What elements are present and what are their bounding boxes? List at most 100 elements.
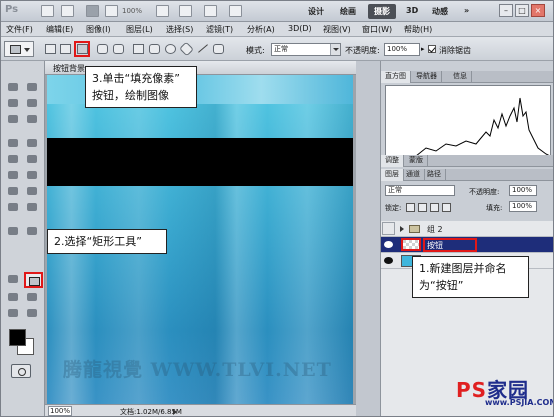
history-brush-icon[interactable] (5, 169, 22, 182)
layers-tabs: 图层 通道 路径 (381, 169, 553, 181)
hand-tool-icon[interactable] (156, 5, 169, 17)
tab-histogram[interactable]: 直方图 (381, 71, 411, 83)
arrange-documents-icon[interactable] (204, 5, 217, 17)
dodge-tool-icon[interactable] (5, 201, 22, 214)
mode-select[interactable]: 正常 (271, 43, 341, 56)
quick-mask-icon[interactable] (11, 364, 31, 378)
histogram (385, 85, 551, 157)
photoshop-window: Ps 100% 设计 绘画 摄影 3D 动感 » – □ × 文件(F) 编辑(… (0, 0, 554, 417)
blend-mode-select[interactable]: 正常 (385, 185, 455, 196)
workspace-photography[interactable]: 摄影 (368, 4, 396, 19)
workspace-painting[interactable]: 绘画 (340, 6, 356, 17)
quick-select-tool-icon[interactable] (5, 113, 22, 126)
tab-navigator[interactable]: 导航器 (412, 71, 442, 83)
polygon-icon[interactable] (179, 41, 194, 57)
antialias-checkbox[interactable] (428, 45, 436, 53)
gradient-tool-icon[interactable] (5, 185, 22, 198)
zoom-tool-icon[interactable] (105, 5, 118, 17)
close-button[interactable]: × (531, 4, 545, 17)
rectangle-shape-icon[interactable] (133, 44, 144, 54)
callout-step1: 1.新建图层并命名 为“按钮” (412, 256, 529, 298)
direct-select-icon[interactable] (5, 273, 22, 286)
view-extras-icon[interactable] (86, 5, 99, 17)
3d-rotate-icon[interactable] (5, 291, 22, 304)
workspace-design[interactable]: 设计 (308, 6, 324, 17)
layer-row-button[interactable]: 按钮 (381, 237, 553, 253)
menu-filter[interactable]: 滤镜(T) (206, 24, 233, 35)
zoom-tool-icon[interactable] (24, 307, 41, 320)
paths-icon[interactable] (60, 44, 71, 54)
tab-layers[interactable]: 图层 (381, 169, 404, 181)
healing-brush-icon[interactable] (24, 137, 41, 150)
marquee-tool-icon[interactable] (5, 97, 22, 110)
menu-edit[interactable]: 编辑(E) (46, 24, 73, 35)
fill-field[interactable]: 100% (509, 201, 537, 212)
eye-icon[interactable] (384, 257, 393, 264)
layer-name[interactable]: 按钮 (427, 240, 443, 251)
foreground-color-swatch[interactable] (9, 329, 26, 346)
status-zoom-field[interactable]: 100% (48, 406, 72, 416)
lock-transparent-icon[interactable] (406, 203, 415, 212)
crop-tool-icon[interactable] (24, 113, 41, 126)
shape-layers-icon[interactable] (45, 44, 56, 54)
bridge-icon[interactable] (41, 5, 54, 17)
opacity-arrow-icon[interactable]: ▸ (421, 45, 425, 53)
menu-analysis[interactable]: 分析(A) (247, 24, 275, 35)
workspace-3d[interactable]: 3D (406, 6, 418, 15)
lock-all-icon[interactable] (442, 203, 451, 212)
expand-arrow-icon[interactable] (400, 226, 404, 232)
eraser-tool-icon[interactable] (24, 169, 41, 182)
workspace-more-icon[interactable]: » (464, 6, 469, 15)
line-icon[interactable] (197, 44, 208, 54)
layer-opacity-field[interactable]: 100% (509, 185, 537, 196)
tab-info[interactable]: 信息 (449, 71, 472, 83)
lock-image-icon[interactable] (418, 203, 427, 212)
tab-paths[interactable]: 路径 (423, 169, 446, 181)
layer-row-group[interactable]: 组 2 (381, 221, 553, 237)
status-menu-arrow-icon[interactable] (173, 409, 177, 415)
rotate-view-icon[interactable] (179, 5, 192, 17)
maximize-button[interactable]: □ (515, 4, 529, 17)
artboard-tool-icon[interactable] (24, 81, 41, 94)
menu-layer[interactable]: 图层(L) (126, 24, 153, 35)
visibility-toggle[interactable] (382, 222, 395, 235)
tab-adjustments[interactable]: 调整 (381, 155, 404, 167)
tab-masks[interactable]: 蒙版 (405, 155, 428, 167)
menu-3d[interactable]: 3D(D) (288, 24, 312, 33)
blur-tool-icon[interactable] (24, 185, 41, 198)
tab-channels[interactable]: 通道 (402, 169, 425, 181)
menu-window[interactable]: 窗口(W) (362, 24, 392, 35)
pen-tool-icon[interactable] (24, 201, 41, 214)
ellipse-icon[interactable] (165, 44, 176, 54)
clone-stamp-icon[interactable] (24, 153, 41, 166)
menu-view[interactable]: 视图(V) (323, 24, 351, 35)
lock-position-icon[interactable] (430, 203, 439, 212)
screen-mode-icon[interactable] (229, 5, 242, 17)
hand-tool-icon[interactable] (5, 307, 22, 320)
type-tool-icon[interactable] (5, 225, 22, 238)
custom-shape-icon[interactable] (213, 44, 224, 54)
lasso-tool-icon[interactable] (24, 97, 41, 110)
menu-help[interactable]: 帮助(H) (404, 24, 432, 35)
move-tool-icon[interactable] (5, 81, 22, 94)
menu-select[interactable]: 选择(S) (166, 24, 193, 35)
freeform-pen-icon[interactable] (113, 44, 124, 54)
adjustments-tabs: 调整 蒙版 (381, 155, 553, 167)
eye-icon[interactable] (384, 241, 393, 248)
path-select-icon[interactable] (24, 225, 41, 238)
site-url: www.PSJIA.COM (485, 398, 554, 407)
tool-preset-picker[interactable] (4, 41, 34, 57)
minibridge-icon[interactable] (61, 5, 74, 17)
brush-tool-icon[interactable] (5, 153, 22, 166)
3d-camera-icon[interactable] (24, 291, 41, 304)
workspace-motion[interactable]: 动感 (432, 6, 448, 17)
menu-file[interactable]: 文件(F) (6, 24, 33, 35)
menu-image[interactable]: 图像(I) (86, 24, 111, 35)
rounded-rectangle-icon[interactable] (149, 44, 160, 54)
minimize-button[interactable]: – (499, 4, 513, 17)
eyedropper-tool-icon[interactable] (5, 137, 22, 150)
pen-tool-icon[interactable] (97, 44, 108, 54)
rectangle-tool-button[interactable] (24, 272, 43, 288)
zoom-level[interactable]: 100% (122, 7, 142, 15)
opacity-field[interactable]: 100% (384, 43, 420, 56)
